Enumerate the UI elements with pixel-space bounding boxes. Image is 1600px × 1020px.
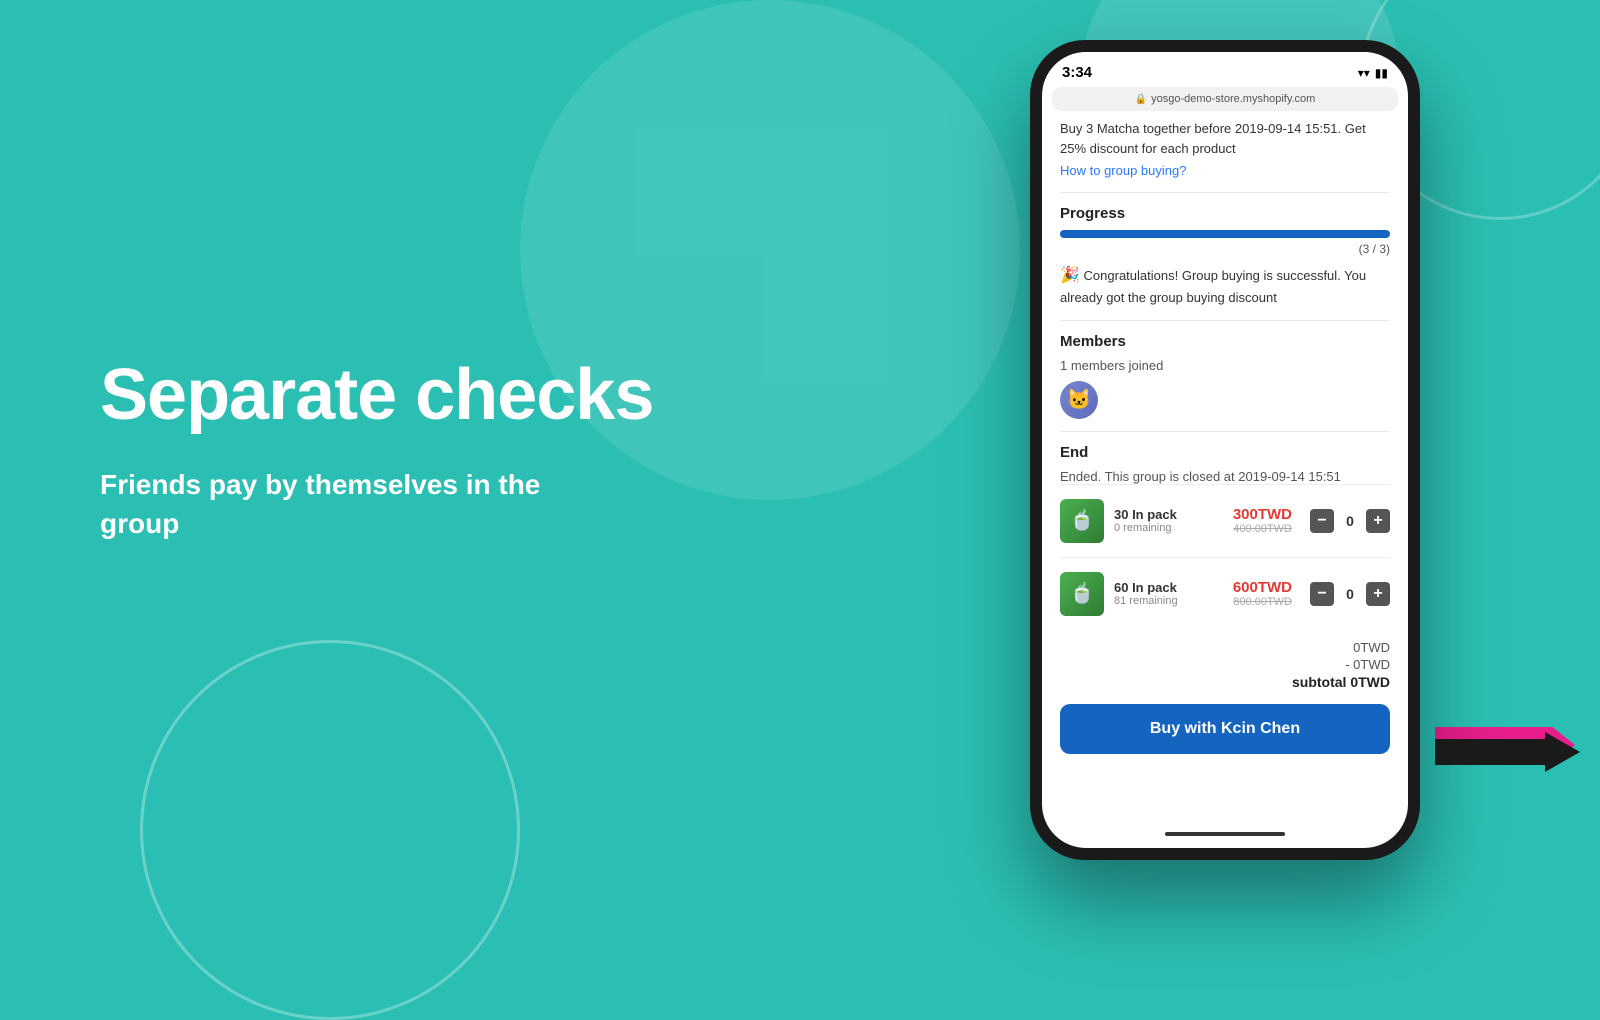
lock-icon: 🔒: [1135, 94, 1147, 105]
product-pricing-2: 600TWD 800.00TWD: [1233, 579, 1292, 608]
phone-content[interactable]: Buy 3 Matcha together before 2019-09-14 …: [1042, 119, 1408, 820]
divider-1: [1060, 192, 1390, 193]
qty-control-1: − 0 +: [1310, 509, 1390, 533]
end-text: Ended. This group is closed at 2019-09-1…: [1060, 469, 1390, 484]
member-avatar: 🐱: [1060, 381, 1098, 419]
price-original-2: 800.00TWD: [1233, 596, 1292, 608]
divider-3: [1060, 431, 1390, 432]
arrow-head: [1545, 732, 1580, 772]
qty-plus-2[interactable]: +: [1366, 582, 1390, 606]
product-row-2: 🍵 60 In pack 81 remaining 600TWD 800.00T…: [1060, 557, 1390, 616]
members-title: Members: [1060, 333, 1390, 350]
battery-icon: ▮▮: [1375, 66, 1388, 80]
phone-shell: 3:34 ▾▾ ▮▮ 🔒 yosgo-demo-store.myshopify.…: [1030, 40, 1420, 860]
bg-circle-bottom-left: [140, 640, 520, 1020]
phone-screen: 3:34 ▾▾ ▮▮ 🔒 yosgo-demo-store.myshopify.…: [1042, 52, 1408, 848]
progress-bar-container: [1060, 230, 1390, 238]
subtotal-line: subtotal 0TWD: [1060, 674, 1390, 690]
qty-minus-2[interactable]: −: [1310, 582, 1334, 606]
congrats-emoji: 🎉: [1060, 267, 1080, 284]
product-info-1: 30 In pack 0 remaining: [1114, 507, 1223, 534]
product-info-2: 60 In pack 81 remaining: [1114, 580, 1223, 607]
congrats-message: Congratulations! Group buying is success…: [1060, 268, 1366, 305]
product-name-1: 30 In pack: [1114, 507, 1223, 522]
member-count: 1 members joined: [1060, 358, 1390, 373]
subtotal-value: 0TWD: [1350, 674, 1390, 690]
totals-area: 0TWD - 0TWD subtotal 0TWD: [1060, 630, 1390, 690]
how-to-link[interactable]: How to group buying?: [1060, 163, 1186, 178]
product-remaining-1: 0 remaining: [1114, 522, 1223, 534]
end-title: End: [1060, 444, 1390, 461]
qty-minus-1[interactable]: −: [1310, 509, 1334, 533]
progress-label: (3 / 3): [1060, 242, 1390, 256]
main-title: Separate checks: [100, 356, 653, 435]
qty-value-1: 0: [1342, 513, 1358, 529]
price-original-1: 400.00TWD: [1233, 523, 1292, 535]
qty-value-2: 0: [1342, 586, 1358, 602]
congrats-text: 🎉 Congratulations! Group buying is succe…: [1060, 264, 1390, 308]
status-bar: 3:34 ▾▾ ▮▮: [1042, 52, 1408, 87]
arrow-annotation: [1435, 732, 1580, 772]
product-image-2: 🍵: [1060, 572, 1104, 616]
qty-plus-1[interactable]: +: [1366, 509, 1390, 533]
status-time: 3:34: [1062, 64, 1092, 81]
progress-bar-fill: [1060, 230, 1390, 238]
left-content: Separate checks Friends pay by themselve…: [100, 356, 653, 544]
browser-url: yosgo-demo-store.myshopify.com: [1151, 93, 1315, 105]
buy-button[interactable]: Buy with Kcin Chen: [1060, 704, 1390, 754]
product-remaining-2: 81 remaining: [1114, 595, 1223, 607]
subtitle: Friends pay by themselves in the group: [100, 465, 600, 543]
group-info-text: Buy 3 Matcha together before 2019-09-14 …: [1060, 119, 1390, 158]
total-line: 0TWD: [1060, 640, 1390, 655]
phone-container: 3:34 ▾▾ ▮▮ 🔒 yosgo-demo-store.myshopify.…: [1030, 40, 1420, 860]
product-row-1: 🍵 30 In pack 0 remaining 300TWD 400.00TW…: [1060, 484, 1390, 543]
browser-bar: 🔒 yosgo-demo-store.myshopify.com: [1052, 87, 1398, 111]
divider-2: [1060, 320, 1390, 321]
product-image-1: 🍵: [1060, 499, 1104, 543]
total-discount: - 0TWD: [1060, 657, 1390, 672]
qty-control-2: − 0 +: [1310, 582, 1390, 606]
price-current-2: 600TWD: [1233, 579, 1292, 596]
status-icons: ▾▾ ▮▮: [1358, 66, 1388, 80]
home-indicator: [1042, 820, 1408, 848]
wifi-icon: ▾▾: [1358, 66, 1370, 80]
price-current-1: 300TWD: [1233, 506, 1292, 523]
home-bar: [1165, 832, 1285, 836]
subtotal-label: subtotal: [1292, 674, 1346, 690]
arrow-shaft: [1435, 739, 1545, 765]
progress-title: Progress: [1060, 205, 1390, 222]
product-pricing-1: 300TWD 400.00TWD: [1233, 506, 1292, 535]
product-name-2: 60 In pack: [1114, 580, 1223, 595]
